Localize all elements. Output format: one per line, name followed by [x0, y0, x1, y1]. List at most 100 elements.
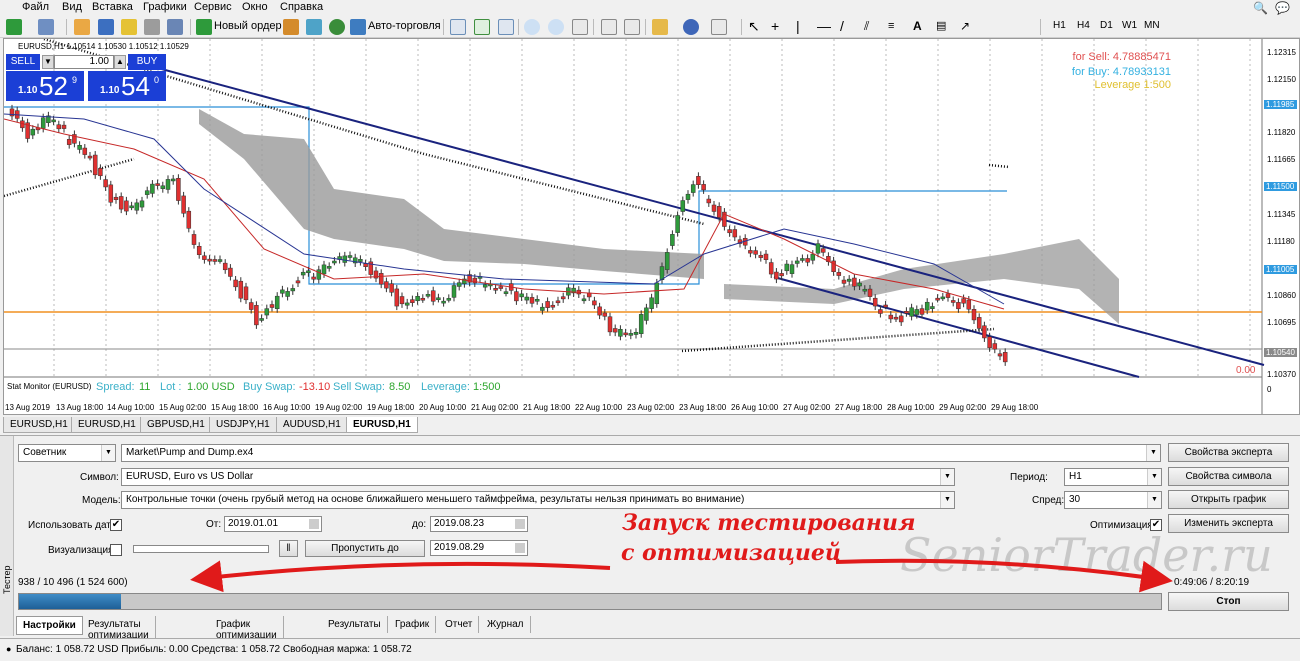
- candle-body: [945, 293, 951, 298]
- time-axis-label: 19 Aug 02:00: [315, 403, 363, 412]
- equidistant-channel-icon[interactable]: ⫽: [864, 19, 880, 35]
- chart-tab[interactable]: EURUSD,H1: [71, 417, 143, 433]
- chart-tab[interactable]: AUDUSD,H1: [276, 417, 348, 433]
- candle-body: [503, 291, 509, 294]
- buy-price[interactable]: 1.10 54 0: [88, 71, 166, 101]
- candle-body: [654, 282, 660, 305]
- terminal-icon[interactable]: [144, 19, 160, 35]
- timeframe-h1[interactable]: H1: [1053, 20, 1066, 31]
- zoom-out-icon[interactable]: [548, 19, 564, 35]
- tab-report[interactable]: Отчет: [439, 616, 480, 633]
- tab-settings[interactable]: Настройки: [16, 616, 83, 635]
- tab-graph[interactable]: График: [389, 616, 437, 633]
- candle-body: [763, 253, 769, 260]
- candle-body: [290, 288, 296, 292]
- indicators-icon[interactable]: [652, 19, 668, 35]
- stat-monitor-title: Stat Monitor (EURUSD): [7, 382, 92, 391]
- line-chart-icon[interactable]: [498, 19, 514, 35]
- candle-body: [602, 312, 608, 317]
- periods-icon[interactable]: [683, 19, 699, 35]
- candle-body: [40, 117, 46, 129]
- tab-results[interactable]: Результаты: [322, 616, 388, 633]
- menu-insert[interactable]: Вставка: [92, 1, 133, 13]
- chart-shift-icon[interactable]: [624, 19, 640, 35]
- menu-help[interactable]: Справка: [280, 1, 323, 13]
- candle-body: [997, 353, 1003, 357]
- tester-icon[interactable]: [167, 19, 183, 35]
- new-chart-icon[interactable]: [6, 19, 22, 35]
- autoscroll-icon[interactable]: [601, 19, 617, 35]
- menu-charts[interactable]: Графики: [143, 1, 187, 13]
- horizontal-line-icon[interactable]: —: [817, 19, 833, 35]
- sell-price[interactable]: 1.10 52 9: [6, 71, 84, 101]
- trendline-icon[interactable]: /: [840, 19, 856, 35]
- data-window-icon[interactable]: [98, 19, 114, 35]
- menu-file[interactable]: Файл: [22, 1, 49, 13]
- timeframe-d1[interactable]: D1: [1100, 20, 1113, 31]
- menu-view[interactable]: Вид: [62, 1, 82, 13]
- navigator-icon[interactable]: [121, 19, 137, 35]
- candle-body: [659, 266, 665, 281]
- arrows-icon[interactable]: ↗: [960, 19, 976, 35]
- tile-windows-icon[interactable]: [572, 19, 588, 35]
- fibonacci-icon[interactable]: ≡: [888, 19, 904, 35]
- candle-body: [836, 272, 842, 276]
- lot-value: 1.00 USD: [187, 381, 235, 393]
- profiles-icon[interactable]: [38, 19, 54, 35]
- candle-body: [222, 262, 228, 271]
- templates-icon[interactable]: [711, 19, 727, 35]
- chart-tab[interactable]: GBPUSD,H1: [140, 417, 212, 433]
- timeframe-w1[interactable]: W1: [1122, 20, 1137, 31]
- market-icon[interactable]: [329, 19, 345, 35]
- price-chart[interactable]: EURUSD,H1 1.10514 1.10530 1.10512 1.1052…: [3, 38, 1300, 415]
- candle-body: [524, 296, 530, 301]
- chart-tab-active[interactable]: EURUSD,H1: [346, 417, 418, 433]
- auto-trading-button[interactable]: Авто-торговля: [368, 20, 441, 32]
- lot-decrease-button[interactable]: ▼: [42, 55, 54, 69]
- search-icon[interactable]: 🔍: [1253, 1, 1268, 15]
- text-icon[interactable]: A: [913, 19, 929, 35]
- candle-body: [982, 325, 987, 339]
- candle-body: [784, 263, 790, 272]
- menu-window[interactable]: Окно: [242, 1, 268, 13]
- crosshair-icon[interactable]: +: [771, 19, 787, 35]
- chat-icon[interactable]: 💬: [1275, 1, 1290, 15]
- lot-increase-button[interactable]: ▲: [114, 55, 126, 69]
- candle-body: [66, 139, 72, 145]
- candle-body: [519, 293, 524, 298]
- candle-body: [976, 317, 982, 329]
- auto-trading-icon[interactable]: [350, 19, 366, 35]
- signals-icon[interactable]: [306, 19, 322, 35]
- candle-body: [711, 204, 717, 212]
- candle-body: [134, 202, 140, 211]
- tab-journal[interactable]: Журнал: [481, 616, 531, 633]
- candlestick-icon[interactable]: [474, 19, 490, 35]
- candle-body: [212, 259, 218, 262]
- buy-price-point: 0: [154, 75, 160, 85]
- candle-body: [316, 269, 322, 280]
- new-order-icon[interactable]: [196, 19, 212, 35]
- lot-input[interactable]: 1.00: [54, 55, 114, 69]
- time-axis-label: 23 Aug 18:00: [679, 403, 727, 412]
- vertical-line-icon[interactable]: |: [796, 19, 812, 35]
- sell-button[interactable]: SELL: [6, 54, 40, 70]
- new-order-button[interactable]: Новый ордер: [214, 20, 282, 32]
- zoom-in-icon[interactable]: [524, 19, 540, 35]
- menu-tools[interactable]: Сервис: [194, 1, 232, 13]
- bar-chart-icon[interactable]: [450, 19, 466, 35]
- timeframe-h4[interactable]: H4: [1077, 20, 1090, 31]
- timeframe-mn[interactable]: MN: [1144, 20, 1160, 31]
- chart-tab[interactable]: EURUSD,H1: [3, 417, 75, 433]
- text-label-icon[interactable]: ▤: [936, 19, 952, 35]
- metaeditor-icon[interactable]: [283, 19, 299, 35]
- chart-tab[interactable]: USDJPY,H1: [209, 417, 277, 433]
- candle-body: [950, 300, 956, 303]
- candle-body: [456, 282, 462, 287]
- buy-button[interactable]: BUY: [128, 54, 166, 70]
- cursor-icon[interactable]: ↖: [748, 19, 764, 35]
- candle-body: [248, 302, 254, 310]
- candle-body: [259, 318, 264, 321]
- dotted-line: [4, 157, 135, 198]
- market-watch-icon[interactable]: [74, 19, 90, 35]
- candle-body: [690, 184, 696, 193]
